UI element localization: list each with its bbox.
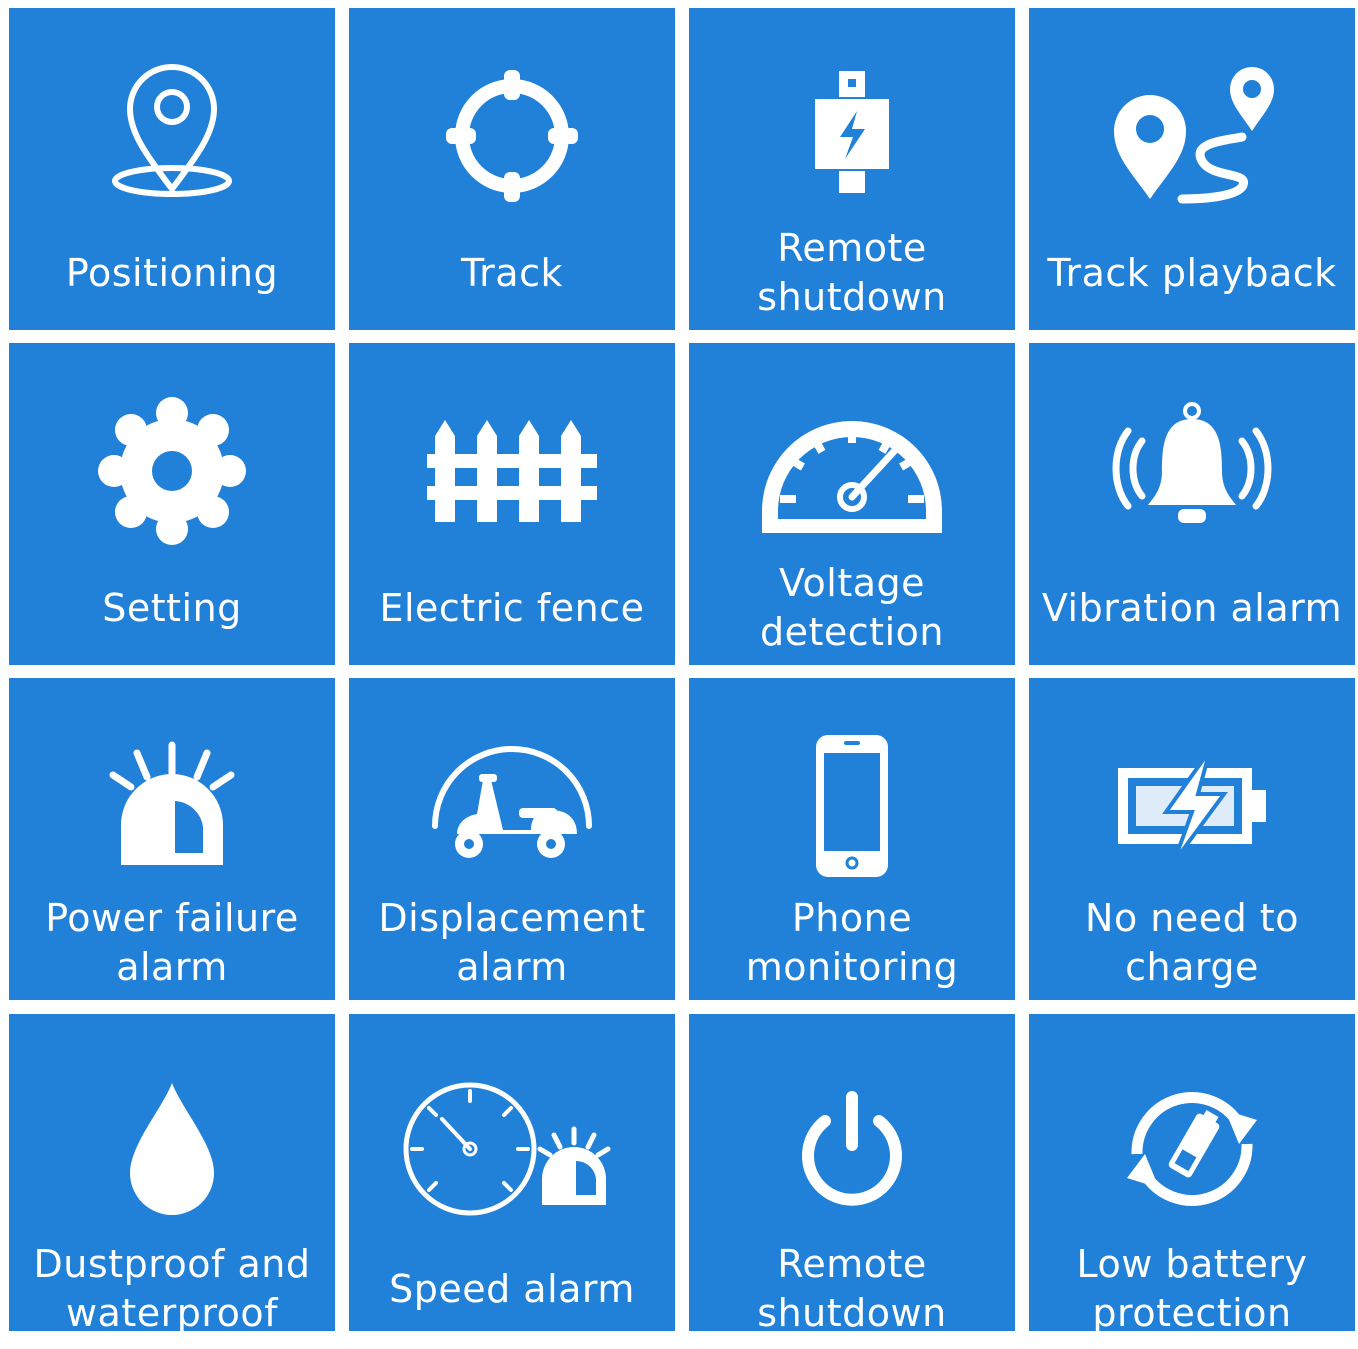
feature-tile-remote-shutdown-2: Remote shutdown <box>689 1014 1015 1335</box>
crosshair-icon <box>349 56 675 216</box>
gear-icon <box>9 391 335 551</box>
feature-label: Phone monitoring <box>745 896 959 989</box>
feature-tile-track: Track <box>349 8 675 330</box>
power-icon <box>689 1064 1015 1234</box>
feature-label: Positioning <box>65 250 279 295</box>
speedometer-siren-icon <box>349 1064 675 1234</box>
scooter-icon <box>349 726 675 886</box>
feature-label: Remote shutdown <box>757 226 947 319</box>
feature-label: Track <box>461 250 563 295</box>
feature-tile-electric-fence: Electric fence <box>349 343 675 665</box>
feature-tile-vibration-alarm: Vibration alarm <box>1029 343 1355 665</box>
location-pin-icon <box>9 56 335 216</box>
feature-tile-displacement-alarm: Displacement alarm <box>349 678 675 1000</box>
relay-lightning-icon <box>689 56 1015 216</box>
siren-icon <box>9 726 335 886</box>
feature-tile-setting: Setting <box>9 343 335 665</box>
feature-label: Remote shutdown <box>757 1242 947 1335</box>
feature-tile-speed-alarm: Speed alarm <box>349 1014 675 1331</box>
feature-grid: Positioning Track Remote shutdown Track … <box>0 0 1358 1335</box>
feature-tile-low-battery-protection: Low battery protection <box>1029 1014 1355 1335</box>
feature-label: Vibration alarm <box>1041 585 1343 630</box>
gauge-icon <box>689 391 1015 551</box>
feature-label: Voltage detection <box>760 561 944 654</box>
feature-tile-phone-monitoring: Phone monitoring <box>689 678 1015 1000</box>
feature-label: Displacement alarm <box>378 896 646 989</box>
feature-tile-dustproof-waterproof: Dustproof and waterproof <box>9 1014 335 1335</box>
feature-label: Speed alarm <box>389 1266 635 1311</box>
water-drop-icon <box>9 1064 335 1234</box>
feature-label: Power failure alarm <box>45 896 299 989</box>
fence-icon <box>349 391 675 551</box>
battery-cycle-icon <box>1029 1064 1355 1234</box>
feature-tile-track-playback: Track playback <box>1029 8 1355 330</box>
feature-tile-voltage-detection: Voltage detection <box>689 343 1015 665</box>
route-pins-icon <box>1029 56 1355 216</box>
smartphone-icon <box>689 726 1015 886</box>
feature-tile-positioning: Positioning <box>9 8 335 330</box>
feature-label: Electric fence <box>379 585 645 630</box>
battery-bolt-icon <box>1029 726 1355 886</box>
feature-tile-remote-shutdown: Remote shutdown <box>689 8 1015 330</box>
feature-label: Setting <box>102 585 242 630</box>
feature-label: Track playback <box>1047 250 1337 295</box>
ringing-bell-icon <box>1029 391 1355 551</box>
feature-tile-power-failure-alarm: Power failure alarm <box>9 678 335 1000</box>
feature-label: No need to charge <box>1085 896 1299 989</box>
feature-label: Low battery protection <box>1076 1242 1308 1335</box>
feature-label: Dustproof and waterproof <box>33 1242 311 1335</box>
feature-tile-no-need-to-charge: No need to charge <box>1029 678 1355 1000</box>
